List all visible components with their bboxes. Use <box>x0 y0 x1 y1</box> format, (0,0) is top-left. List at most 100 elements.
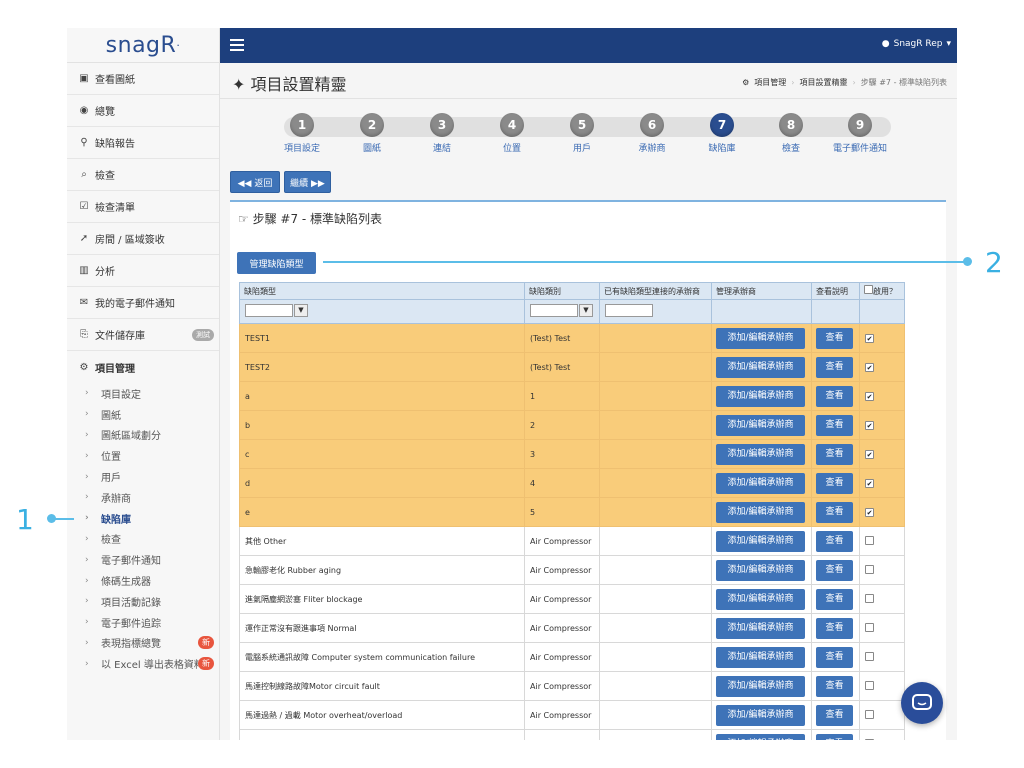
sidebar-item[interactable]: ➚ 房間 / 區域簽收 <box>67 223 219 255</box>
sidebar-subitem[interactable]: › 條碼生成器 <box>67 570 219 591</box>
sidebar-subitem[interactable]: › 用戶 <box>67 466 219 487</box>
add-edit-contractor-button[interactable]: 添加/編輯承辦商 <box>716 501 805 523</box>
wizard-step[interactable]: 9 電子郵件通知 <box>825 113 895 154</box>
manage-defect-types-button[interactable]: 管理缺陷類型 <box>237 252 316 274</box>
sidebar-item[interactable]: ⎘ 文件儲存庫 測試 <box>67 319 219 351</box>
add-edit-contractor-button[interactable]: 添加/編輯承辦商 <box>716 356 805 378</box>
add-edit-contractor-button[interactable]: 添加/編輯承辦商 <box>716 472 805 494</box>
wizard-step[interactable]: 6 承辦商 <box>617 113 687 154</box>
enabled-checkbox[interactable]: ✔ <box>865 507 874 517</box>
view-notes-button[interactable]: 查看 <box>816 646 853 668</box>
wizard-step[interactable]: 2 圖紙 <box>337 113 407 154</box>
filter-icon[interactable]: ▼ <box>294 304 308 317</box>
view-notes-button[interactable]: 查看 <box>816 588 853 610</box>
view-notes-button[interactable]: 查看 <box>816 414 853 436</box>
sidebar-item[interactable]: ⌕ 檢查 <box>67 159 219 191</box>
add-edit-contractor-button[interactable]: 添加/編輯承辦商 <box>716 385 805 407</box>
add-edit-contractor-button[interactable]: 添加/編輯承辦商 <box>716 443 805 465</box>
sidebar-item[interactable]: ◉ 總覽 <box>67 95 219 127</box>
breadcrumb-item[interactable]: 項目設置精靈 <box>799 77 847 88</box>
enabled-checkbox[interactable]: ✔ <box>865 333 874 343</box>
sidebar-subitem[interactable]: › 位置 <box>67 445 219 466</box>
add-edit-contractor-button[interactable]: 添加/編輯承辦商 <box>716 617 805 639</box>
breadcrumb-item[interactable]: 項目管理 <box>754 77 786 88</box>
add-edit-contractor-button[interactable]: 添加/編輯承辦商 <box>716 646 805 668</box>
view-notes-button[interactable]: 查看 <box>816 675 853 697</box>
back-button[interactable]: ◀◀ 返回 <box>230 171 280 193</box>
sidebar-subitem[interactable]: › 表現指標總覽 新 <box>67 633 219 654</box>
wizard-step[interactable]: 4 位置 <box>477 113 547 154</box>
enabled-checkbox[interactable] <box>865 535 874 545</box>
filter-icon[interactable]: ▼ <box>579 304 593 317</box>
defect-type-filter-input[interactable] <box>245 304 293 317</box>
category-filter-input[interactable] <box>530 304 578 317</box>
enabled-checkbox[interactable] <box>865 564 874 574</box>
sidebar-item[interactable]: ☑ 檢查清單 <box>67 191 219 223</box>
sidebar-subitem[interactable]: › 項目設定 <box>67 383 219 404</box>
add-edit-contractor-button[interactable]: 添加/編輯承辦商 <box>716 675 805 697</box>
enabled-checkbox[interactable] <box>865 680 874 690</box>
column-header-category[interactable]: 缺陷類別 <box>524 282 600 300</box>
sidebar-subitem[interactable]: › 以 Excel 導出表格資料新 <box>67 653 219 674</box>
view-notes-button[interactable]: 查看 <box>816 385 853 407</box>
view-notes-button[interactable]: 查看 <box>816 443 853 465</box>
enabled-checkbox[interactable] <box>865 593 874 603</box>
column-header-linked-contractors[interactable]: 已有缺陷類型連接的承辦商 <box>599 282 712 300</box>
enabled-checkbox[interactable] <box>865 651 874 661</box>
view-notes-button[interactable]: 查看 <box>816 530 853 552</box>
view-notes-button[interactable]: 查看 <box>816 356 853 378</box>
column-header-defect-type[interactable]: 缺陷類型 <box>239 282 525 300</box>
hamburger-menu-icon[interactable] <box>230 39 244 51</box>
column-header-enabled[interactable]: 啟用？ <box>859 282 905 300</box>
wizard-step[interactable]: 1 項目設定 <box>267 113 337 154</box>
sidebar-subitem[interactable]: › 圖紙 <box>67 404 219 425</box>
sidebar-item[interactable]: ✉ 我的電子郵件通知 <box>67 287 219 319</box>
enabled-checkbox[interactable]: ✔ <box>865 478 874 488</box>
wizard-step[interactable]: 8 檢查 <box>756 113 826 154</box>
enabled-checkbox[interactable]: ✔ <box>865 449 874 459</box>
sidebar-subitem[interactable]: › 缺陷庫 <box>67 508 219 529</box>
wizard-step[interactable]: 5 用戶 <box>547 113 617 154</box>
view-notes-button[interactable]: 查看 <box>816 733 853 740</box>
chat-launcher[interactable] <box>901 682 943 724</box>
view-notes-button[interactable]: 查看 <box>816 704 853 726</box>
sidebar-subitem[interactable]: › 電子郵件追踪 <box>67 612 219 633</box>
add-edit-contractor-button[interactable]: 添加/編輯承辦商 <box>716 733 805 740</box>
user-menu[interactable]: ● SnagR Rep ▾ <box>882 39 951 49</box>
add-edit-contractor-button[interactable]: 添加/編輯承辦商 <box>716 559 805 581</box>
enabled-checkbox[interactable]: ✔ <box>865 362 874 372</box>
contractor-filter-input[interactable] <box>605 304 653 317</box>
enabled-checkbox[interactable] <box>865 622 874 632</box>
add-edit-contractor-button[interactable]: 添加/編輯承辦商 <box>716 414 805 436</box>
sidebar-subitem[interactable]: › 圖紙區域劃分 <box>67 425 219 446</box>
sidebar-subitem[interactable]: › 檢查 <box>67 529 219 550</box>
view-notes-button[interactable]: 查看 <box>816 327 853 349</box>
add-edit-contractor-button[interactable]: 添加/編輯承辦商 <box>716 327 805 349</box>
sidebar-item[interactable]: ▥ 分析 <box>67 255 219 287</box>
sidebar-subitem[interactable]: › 電子郵件通知 <box>67 549 219 570</box>
table-row: 運作正常沒有跟進事項 Normal Air Compressor 添加/編輯承辦商查… <box>239 613 905 643</box>
sidebar-section-project-management[interactable]: ⚙ 項目管理 <box>67 351 219 383</box>
enabled-checkbox[interactable]: ✔ <box>865 391 874 401</box>
sidebar-item[interactable]: ▣ 查看圖紙 <box>67 63 219 95</box>
continue-button[interactable]: 繼續 ▶▶ <box>284 171 331 193</box>
enabled-checkbox[interactable] <box>865 709 874 719</box>
add-edit-contractor-button[interactable]: 添加/編輯承辦商 <box>716 530 805 552</box>
view-notes-button[interactable]: 查看 <box>816 472 853 494</box>
enabled-checkbox[interactable]: ✔ <box>865 420 874 430</box>
view-notes-button[interactable]: 查看 <box>816 617 853 639</box>
sidebar-item[interactable]: ⚲ 缺陷報告 <box>67 127 219 159</box>
view-notes-button[interactable]: 查看 <box>816 559 853 581</box>
wizard-step[interactable]: 3 連結 <box>407 113 477 154</box>
chevron-right-icon: › <box>85 575 89 586</box>
logo[interactable]: snagR · <box>67 28 219 63</box>
add-edit-contractor-button[interactable]: 添加/編輯承辦商 <box>716 704 805 726</box>
select-all-checkbox[interactable] <box>864 285 873 294</box>
add-edit-contractor-button[interactable]: 添加/編輯承辦商 <box>716 588 805 610</box>
enabled-checkbox[interactable] <box>865 738 874 740</box>
sidebar-subitem[interactable]: › 承辦商 <box>67 487 219 508</box>
sidebar-subitem[interactable]: › 項目活動記錄 <box>67 591 219 612</box>
wizard-step[interactable]: 7 缺陷庫 <box>687 113 757 154</box>
hand-pointer-icon: ☞ <box>238 212 249 226</box>
view-notes-button[interactable]: 查看 <box>816 501 853 523</box>
